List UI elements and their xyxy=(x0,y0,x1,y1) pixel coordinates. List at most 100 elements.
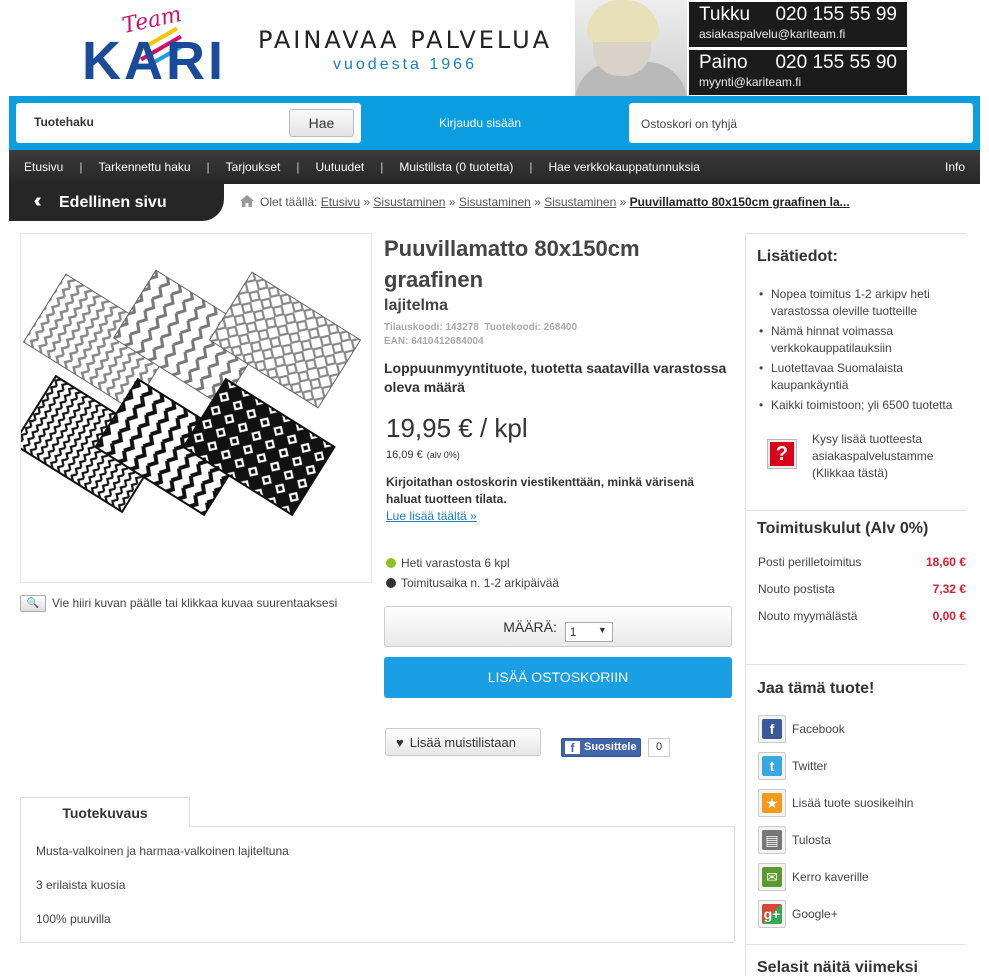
product-codes: Tilauskoodi: 143278 Tuotekoodi: 268400 xyxy=(384,322,578,333)
color-note: Kirjoitathan ostoskorin viestikenttään, … xyxy=(386,475,695,506)
fb-count: 0 xyxy=(648,738,670,757)
home-icon[interactable] xyxy=(240,195,254,207)
magnifier-icon[interactable]: 🔍 xyxy=(20,595,46,612)
description-line: Musta-valkoinen ja harmaa-valkoinen laji… xyxy=(36,844,289,858)
nav-item-etusivu[interactable]: Etusivu xyxy=(24,160,63,174)
green-dot-icon xyxy=(386,558,396,568)
description-line: 3 erilaista kuosia xyxy=(36,878,126,892)
slogan-line2: vuodesta 1966 xyxy=(333,56,477,73)
contact-label: Paino xyxy=(699,52,748,73)
add-to-cart-button[interactable]: LISÄÄ OSTOSKORIIN xyxy=(384,657,732,698)
quantity-box: MÄÄRÄ: 1 ▼ xyxy=(384,606,732,647)
breadcrumb-link[interactable]: Etusivu xyxy=(321,195,360,209)
contact-phone: 020 155 55 90 xyxy=(775,52,897,73)
share-label: Twitter xyxy=(792,759,828,773)
printer-icon: ▤ xyxy=(762,830,782,850)
shipping-value: 0,00 € xyxy=(932,609,966,623)
info-item: Nämä hinnat voimassa verkkokauppatilauks… xyxy=(757,323,972,357)
share-label: Tulosta xyxy=(792,833,831,847)
back-button[interactable]: ‹‹ Edellinen sivu xyxy=(9,184,224,221)
share-label: Lisää tuote suosikeihin xyxy=(792,796,914,810)
nav-item-uutuudet[interactable]: Uutuudet xyxy=(316,160,365,174)
shipping-title: Toimituskulut (Alv 0%) xyxy=(757,520,929,537)
dark-dot-icon xyxy=(386,578,396,588)
price-excl-value: 16,09 € xyxy=(386,449,423,461)
breadcrumb-link[interactable]: Sisustaminen xyxy=(459,195,531,209)
contact-email: asiakaspalvelu@kariteam.fi xyxy=(699,27,846,41)
delivery-text: Toimitusaika n. 1-2 arkipäivää xyxy=(401,576,560,590)
dropdown-arrow-icon: ▼ xyxy=(597,625,607,635)
googleplus-icon: g+ xyxy=(762,904,782,924)
nav-item-info[interactable]: Info xyxy=(945,160,965,174)
ask-link[interactable]: Kysy lisää tuotteesta asiakaspalvelustam… xyxy=(812,431,962,482)
shipping-row: Nouto postista 7,32 € xyxy=(758,582,966,596)
recent-panel: Selasit näitä viimeksi xyxy=(745,944,966,976)
search-input[interactable]: Tuotehaku Hae xyxy=(16,103,361,143)
contact-phone: 020 155 55 99 xyxy=(775,4,897,25)
product-title: Puuvillamatto 80x150cm graafinen xyxy=(384,236,640,292)
fb-label: Suosittele xyxy=(584,741,637,753)
breadcrumb-prefix: Olet täällä: xyxy=(260,195,318,209)
breadcrumb: Olet täällä: Etusivu » Sisustaminen » Si… xyxy=(240,195,850,209)
nav-item-hae-tunnuksia[interactable]: Hae verkkokauppatunnuksia xyxy=(549,160,700,174)
question-icon[interactable]: ? xyxy=(767,439,797,469)
login-link[interactable]: Kirjaudu sisään xyxy=(439,116,521,130)
clearance-notice: Loppuunmyyntituote, tuotetta saatavilla … xyxy=(384,360,727,395)
description-line: 100% puuvilla xyxy=(36,912,111,926)
add-to-wishlist-button[interactable]: ♥ Lisää muistilistaan xyxy=(385,728,541,756)
breadcrumb-link[interactable]: Sisustaminen xyxy=(544,195,616,209)
info-item: Luotettavaa Suomalaista kaupankäyntiä xyxy=(757,360,972,394)
product-price-excl-vat: 16,09 € (alv 0%) xyxy=(386,449,460,461)
product-subtitle: lajitelma xyxy=(384,297,449,314)
product-ean: EAN: 6410412684004 xyxy=(384,336,484,347)
share-label: Kerro kaverille xyxy=(792,870,869,884)
share-label: Google+ xyxy=(792,907,838,921)
product-image[interactable] xyxy=(12,233,372,583)
product-price: 19,95 € / kpl xyxy=(386,413,528,443)
cart-status[interactable]: Ostoskori on tyhjä xyxy=(629,103,973,143)
slogan: PAINAVAA PALVELUA vuodesta 1966 xyxy=(250,26,560,74)
nav-item-tarkennettu-haku[interactable]: Tarkennettu haku xyxy=(98,160,190,174)
nav-item-muistilista[interactable]: Muistilista (0 tuotetta) xyxy=(399,160,513,174)
breadcrumb-link[interactable]: Sisustaminen xyxy=(373,195,445,209)
shipping-label: Posti perilletoimitus xyxy=(758,555,862,569)
logo-name-text: KARI xyxy=(82,31,226,91)
search-bar: Tuotehaku Hae Kirjaudu sisään Ostoskori … xyxy=(9,96,980,150)
breadcrumb-current[interactable]: Puuvillamatto 80x150cm graafinen la... xyxy=(630,195,850,209)
contact-email: myynti@kariteam.fi xyxy=(699,75,802,89)
facebook-icon: f xyxy=(565,741,580,755)
facebook-recommend-button[interactable]: f Suosittele xyxy=(561,738,641,757)
shipping-value: 7,32 € xyxy=(932,582,966,596)
stock-text: Heti varastosta 6 kpl xyxy=(401,556,510,570)
customer-service-photo xyxy=(575,0,687,96)
twitter-icon: t xyxy=(762,756,782,776)
share-label: Facebook xyxy=(792,722,845,736)
contact-tukku[interactable]: Tukku 020 155 55 99 asiakaspalvelu@karite… xyxy=(689,2,907,47)
contact-label: Tukku xyxy=(699,4,751,25)
shipping-row: Posti perilletoimitus 18,60 € xyxy=(758,555,966,569)
search-label: Tuotehaku xyxy=(34,115,94,129)
product-info: Puuvillamatto 80x150cm graafinen lajitel… xyxy=(384,233,734,397)
contact-paino[interactable]: Paino 020 155 55 90 myynti@kariteam.fi xyxy=(689,50,907,95)
tab-tuotekuvaus[interactable]: Tuotekuvaus xyxy=(20,797,190,827)
read-more-link[interactable]: Lue lisää täältä » xyxy=(386,509,477,523)
info-item: Kaikki toimistoon; yli 6500 tuotetta xyxy=(757,397,972,414)
kari-team-logo[interactable]: Team KARI xyxy=(82,2,232,94)
wishlist-label: Lisää muistilistaan xyxy=(409,735,516,750)
price-excl-note: (alv 0%) xyxy=(426,450,460,460)
facebook-icon: f xyxy=(762,719,782,739)
shipping-value: 18,60 € xyxy=(925,555,966,569)
zoom-hint: Vie hiiri kuvan päälle tai klikkaa kuvaa… xyxy=(52,596,338,610)
recent-title: Selasit näitä viimeksi xyxy=(757,959,918,976)
quantity-value: 1 xyxy=(569,625,577,639)
nav-item-tarjoukset[interactable]: Tarjoukset xyxy=(226,160,281,174)
rug-collection-image xyxy=(12,269,362,517)
back-button-label: Edellinen sivu xyxy=(59,194,167,211)
info-title: Lisätiedot: xyxy=(757,248,838,265)
quantity-select[interactable]: 1 ▼ xyxy=(564,622,613,642)
envelope-icon: ✉ xyxy=(762,867,782,887)
quantity-label: MÄÄRÄ: xyxy=(503,619,557,635)
site-header: Team KARI PAINAVAA PALVELUA vuodesta 196… xyxy=(0,0,989,96)
shipping-label: Nouto myymälästä xyxy=(758,609,858,623)
search-button[interactable]: Hae xyxy=(289,109,354,137)
